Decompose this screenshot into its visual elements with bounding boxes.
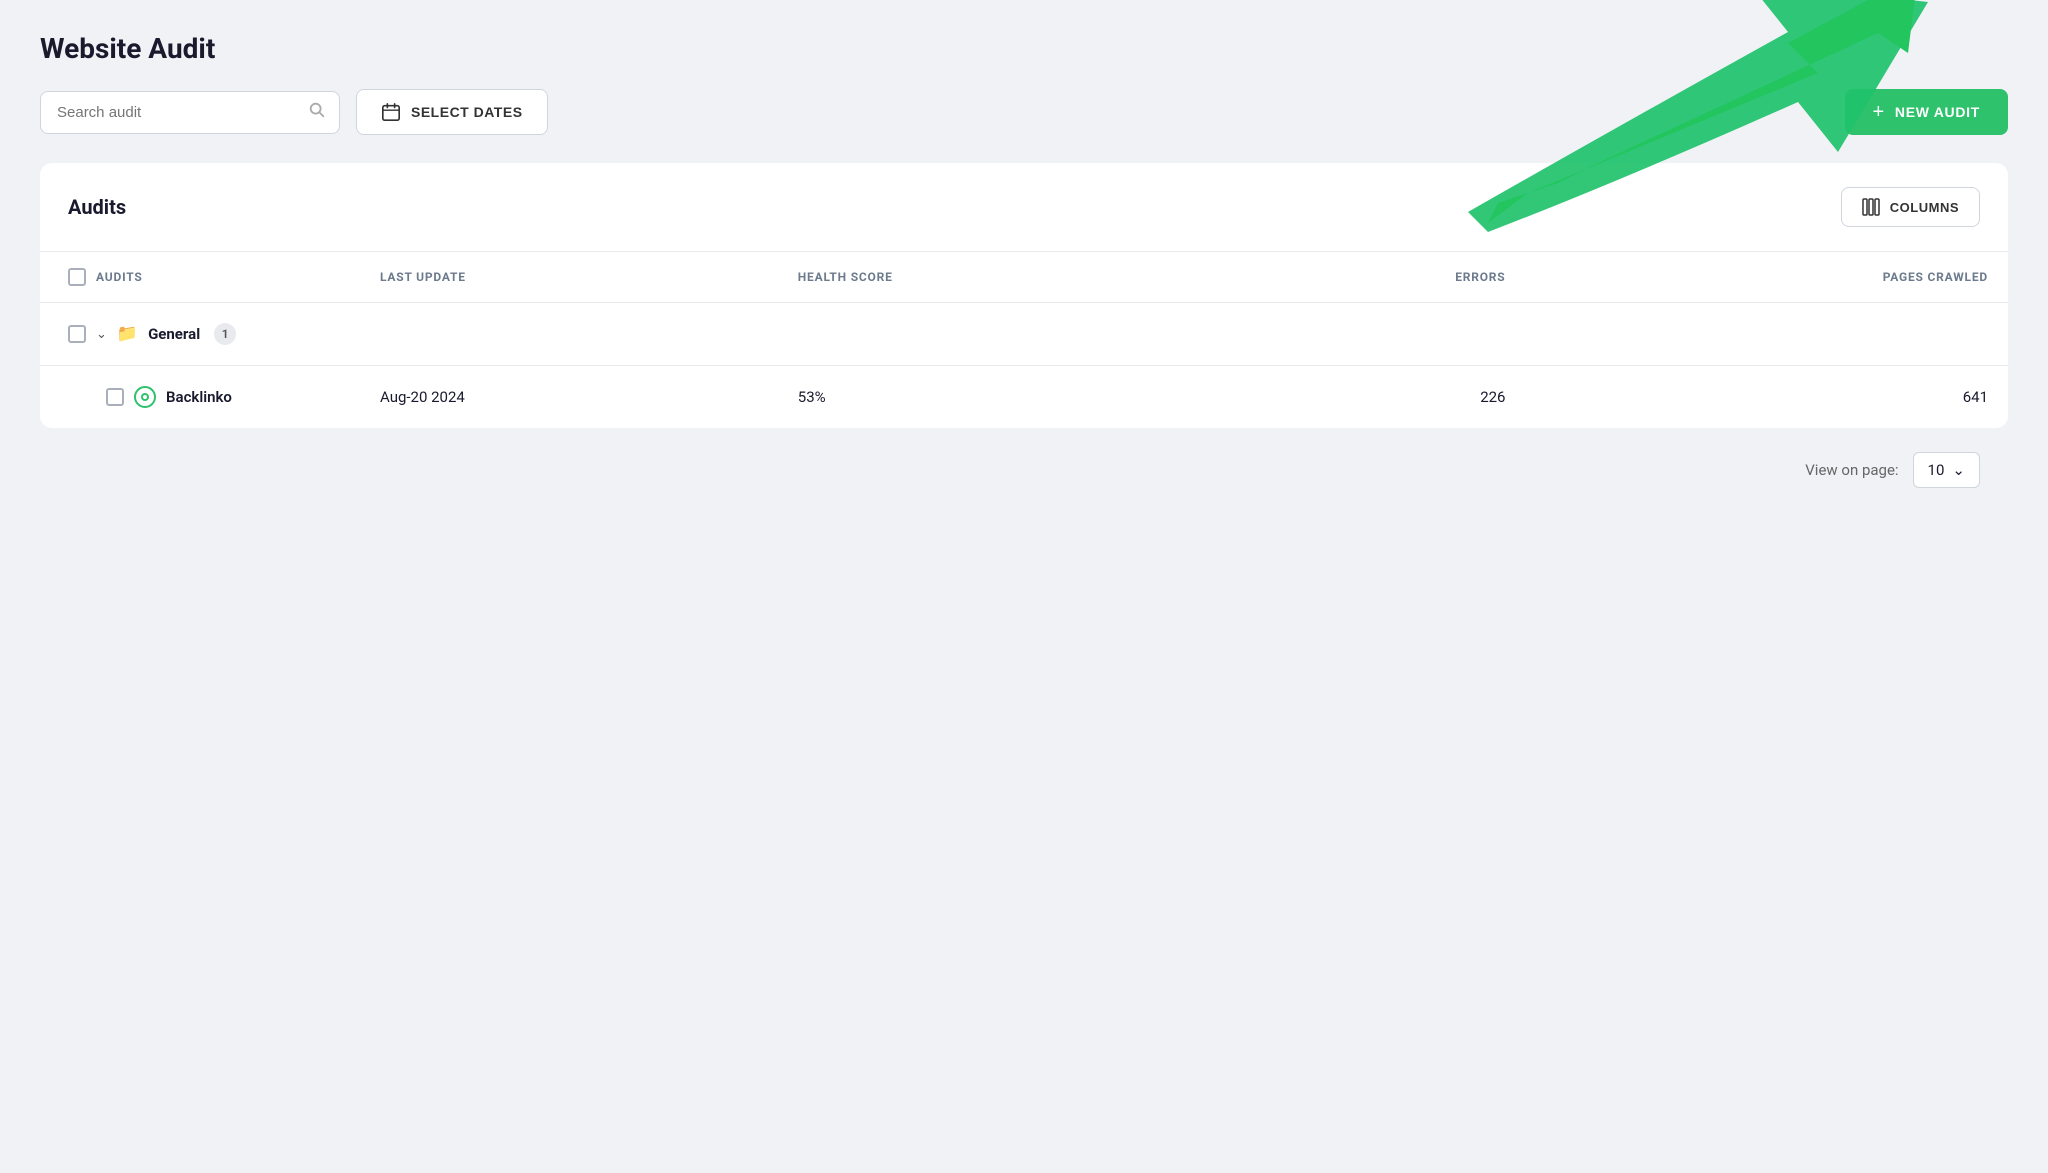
audits-header: Audits COLUMNS (40, 163, 2008, 252)
group-pages-crawled (1525, 303, 2008, 366)
per-page-select[interactable]: 10 ⌄ (1913, 452, 1980, 488)
th-last-update: LAST UPDATE (360, 252, 778, 303)
columns-label: COLUMNS (1890, 200, 1959, 215)
item-health-score: 53% (778, 366, 1226, 429)
table-row: Backlinko Aug-20 2024 53% 226 641 (40, 366, 2008, 429)
page-title: Website Audit (40, 32, 2008, 65)
plus-icon: + (1873, 102, 1885, 122)
item-pages-crawled: 641 (1525, 366, 2008, 429)
search-wrapper (40, 91, 340, 134)
per-page-value: 10 (1928, 461, 1945, 479)
audits-table: AUDITS LAST UPDATE HEALTH SCORE ERRORS P… (40, 252, 2008, 428)
new-audit-button[interactable]: + NEW AUDIT (1845, 89, 2009, 135)
audit-name: Backlinko (166, 388, 232, 406)
select-all-checkbox[interactable] (68, 268, 86, 286)
new-audit-label: NEW AUDIT (1895, 104, 1980, 120)
audit-status-icon (134, 386, 156, 408)
item-checkbox[interactable] (106, 388, 124, 406)
group-health-score (778, 303, 1226, 366)
table-row: ⌄ 📁 General 1 (40, 303, 2008, 366)
audits-title: Audits (68, 195, 126, 219)
columns-icon (1862, 198, 1880, 216)
item-errors: 226 (1226, 366, 1526, 429)
folder-icon: 📁 (117, 324, 138, 344)
group-name: General (148, 325, 200, 343)
audits-card: Audits COLUMNS AUDITS (40, 163, 2008, 428)
select-dates-button[interactable]: SELECT DATES (356, 89, 548, 135)
calendar-icon (381, 102, 401, 122)
columns-button[interactable]: COLUMNS (1841, 187, 1980, 227)
group-last-update (360, 303, 778, 366)
group-cell: ⌄ 📁 General 1 (40, 303, 360, 366)
view-on-page-label: View on page: (1805, 461, 1898, 479)
item-cell: Backlinko (40, 366, 360, 429)
table-wrapper: AUDITS LAST UPDATE HEALTH SCORE ERRORS P… (40, 252, 2008, 428)
toolbar: SELECT DATES + NEW AUDIT (40, 89, 2008, 135)
group-checkbox[interactable] (68, 325, 86, 343)
search-input[interactable] (40, 91, 340, 134)
th-audits: AUDITS (40, 252, 360, 303)
item-last-update: Aug-20 2024 (360, 366, 778, 429)
th-errors: ERRORS (1226, 252, 1526, 303)
group-errors (1226, 303, 1526, 366)
select-dates-label: SELECT DATES (411, 104, 523, 120)
th-pages-crawled: PAGES CRAWLED (1525, 252, 2008, 303)
per-page-chevron-icon: ⌄ (1952, 461, 1965, 479)
group-count-badge: 1 (214, 323, 236, 345)
footer: View on page: 10 ⌄ (40, 428, 2008, 512)
chevron-down-icon[interactable]: ⌄ (96, 327, 107, 342)
th-health-score: HEALTH SCORE (778, 252, 1226, 303)
table-body: ⌄ 📁 General 1 (40, 303, 2008, 429)
search-icon (308, 101, 326, 123)
th-audits-label: AUDITS (96, 270, 143, 284)
table-header: AUDITS LAST UPDATE HEALTH SCORE ERRORS P… (40, 252, 2008, 303)
